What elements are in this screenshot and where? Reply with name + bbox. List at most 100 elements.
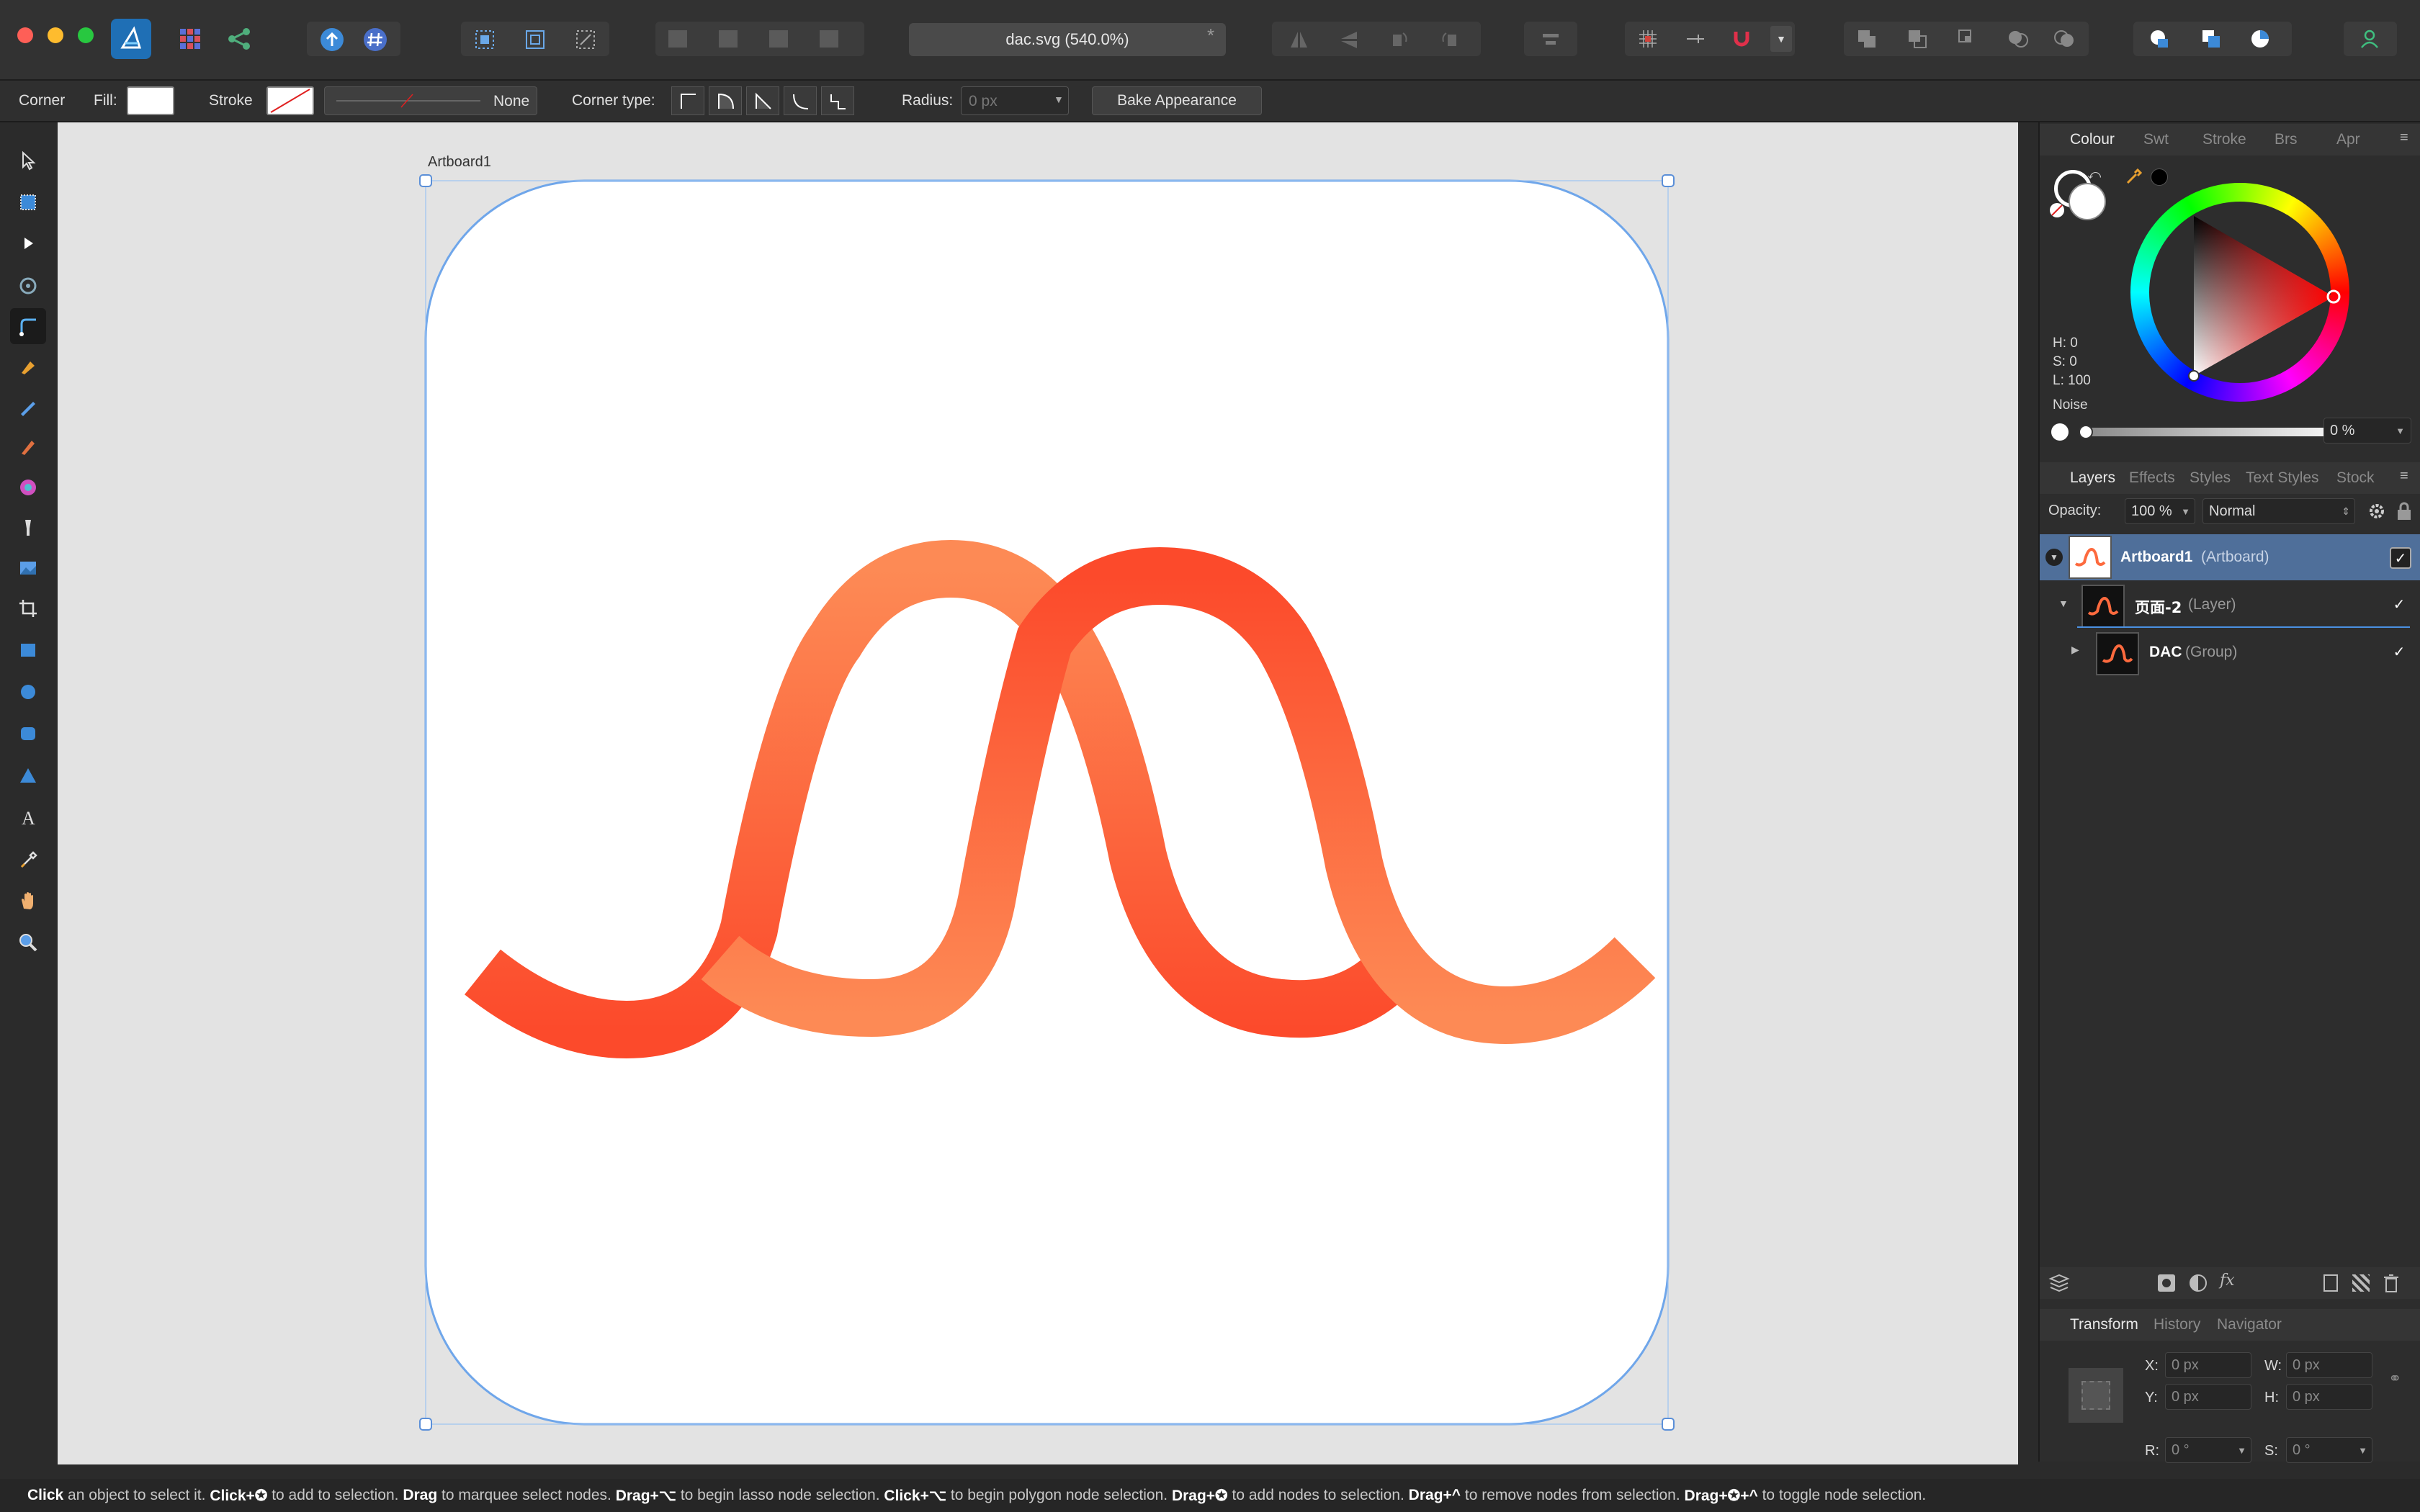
opacity-dropdown-chevron-icon[interactable]: ▼ [2181,506,2190,517]
swap-colors-icon[interactable]: ⤺ [2087,167,2101,182]
bring-to-front-icon[interactable] [820,30,838,48]
h-input[interactable]: 0 px [2286,1384,2372,1410]
fill-chip[interactable] [2069,183,2106,220]
rectangle-tool-icon[interactable] [10,632,46,668]
x-input[interactable]: 0 px [2165,1352,2251,1378]
shear-dropdown-chevron-icon[interactable]: ▼ [2358,1445,2367,1456]
invert-selection-icon[interactable] [573,27,598,55]
tab-swatches[interactable]: Swt [2143,131,2169,148]
snapping-options-chevron-icon[interactable]: ▼ [1770,26,1792,52]
radius-input[interactable]: 0 px ▼ [961,86,1069,115]
tab-layers[interactable]: Layers [2070,469,2115,487]
zoom-window-button[interactable] [78,27,94,43]
bake-appearance-button[interactable]: Bake Appearance [1092,86,1262,115]
noise-slider[interactable] [2079,425,2355,439]
intersect-icon[interactable] [1956,27,1979,54]
mask-icon[interactable] [2158,1274,2175,1292]
align-icon[interactable] [1540,29,1561,54]
insert-behind-icon[interactable] [2200,27,2223,54]
add-layer-icon[interactable] [2323,1274,2338,1292]
close-window-button[interactable] [17,27,33,43]
blend-mode-select[interactable]: Normal ⇕ [2202,498,2355,524]
guides-icon[interactable] [1684,27,1707,54]
noise-dropdown-chevron-icon[interactable]: ▼ [2396,426,2405,436]
designer-persona-icon[interactable] [111,19,151,59]
panel-menu-icon[interactable]: ≡ [2400,468,2408,485]
panel-menu-icon[interactable]: ≡ [2400,130,2408,146]
back-one-icon[interactable] [719,30,738,48]
noise-swatch[interactable] [2051,423,2069,441]
subtract-icon[interactable] [1906,27,1929,54]
tab-appearance[interactable]: Apr [2336,131,2360,148]
rotation-dropdown-chevron-icon[interactable]: ▼ [2237,1445,2246,1456]
upload-icon[interactable] [318,26,346,57]
none-chip[interactable] [2050,203,2064,217]
ellipse-tool-icon[interactable] [10,674,46,710]
forward-one-icon[interactable] [769,30,788,48]
divide-icon[interactable] [2053,27,2076,54]
triangle-tool-icon[interactable] [10,757,46,793]
xor-icon[interactable] [2007,27,2030,54]
insert-inside-icon[interactable] [2148,27,2171,54]
corner-chamfer-icon[interactable] [821,86,854,115]
layer-row-artboard[interactable]: ▼ Artboard1 (Artboard) ✓ [2040,534,2420,580]
canvas[interactable]: Artboard1 [58,122,2018,1464]
corner-concave-icon[interactable] [784,86,817,115]
crop-tool-icon[interactable] [10,590,46,626]
tab-navigator[interactable]: Navigator [2217,1316,2282,1333]
y-input[interactable]: 0 px [2165,1384,2251,1410]
artboard[interactable] [58,122,2018,1464]
flip-horizontal-icon[interactable] [1288,29,1309,54]
layer-stack-icon[interactable] [2048,1273,2070,1297]
tab-brushes[interactable]: Brs [2275,131,2298,148]
tab-history[interactable]: History [2154,1316,2200,1333]
collapse-chevron-icon[interactable]: ▶ [2071,644,2079,656]
link-aspect-icon[interactable]: ⚭ [2388,1369,2401,1388]
pixel-persona-icon[interactable] [170,19,210,59]
corner-tool-icon[interactable] [10,308,46,344]
place-image-tool-icon[interactable] [10,550,46,586]
tab-styles[interactable]: Styles [2190,469,2231,487]
move-tool-icon[interactable] [10,143,46,179]
corner-round-icon[interactable] [709,86,742,115]
minimize-window-button[interactable] [48,27,63,43]
hashtag-icon[interactable] [362,26,389,57]
pen-tool-icon[interactable] [10,348,46,384]
fx-icon[interactable]: fx [2220,1272,2235,1290]
rotate-right-icon[interactable] [1439,29,1461,54]
rotate-left-icon[interactable] [1389,29,1410,54]
vector-brush-tool-icon[interactable] [10,429,46,465]
tab-stroke[interactable]: Stroke [2202,131,2246,148]
zoom-tool-icon[interactable] [10,924,46,960]
blend-mode-chevron-icon[interactable]: ⇕ [2341,505,2350,518]
opacity-input[interactable]: 100 % ▼ [2125,498,2195,524]
rotation-input[interactable]: 0 ° ▼ [2165,1437,2251,1463]
expand-chevron-icon[interactable]: ▼ [2058,598,2069,609]
tab-colour[interactable]: Colour [2070,131,2115,148]
layer-visibility-checkbox[interactable]: ✓ [2390,547,2411,569]
grid-icon[interactable] [1636,27,1659,54]
tab-text-styles[interactable]: Text Styles [2246,469,2319,487]
stroke-style-dropdown[interactable]: None [324,86,537,115]
snapping-magnet-icon[interactable] [1730,27,1753,54]
radius-dropdown-chevron-icon[interactable]: ▼ [1054,94,1064,105]
rounded-rectangle-tool-icon[interactable] [10,716,46,752]
noise-input[interactable]: 0 % ▼ [2323,418,2411,444]
layer-row-layer[interactable]: ▼ 页面-2 (Layer) ✓ [2040,582,2420,628]
point-transform-tool-icon[interactable] [10,268,46,304]
corner-none-icon[interactable] [671,86,704,115]
anchor-selector[interactable] [2069,1368,2123,1423]
tab-effects[interactable]: Effects [2129,469,2175,487]
artboard-tool-icon[interactable] [10,184,46,220]
tab-transform[interactable]: Transform [2070,1316,2138,1333]
add-pixel-layer-icon[interactable] [2352,1274,2370,1292]
w-input[interactable]: 0 px [2286,1352,2372,1378]
deselect-icon[interactable] [523,27,547,55]
add-icon[interactable] [1855,27,1878,54]
tab-stock[interactable]: Stock [2336,469,2375,487]
transparency-tool-icon[interactable] [10,510,46,546]
colour-wheel[interactable] [2130,183,2349,402]
insert-top-icon[interactable] [2249,27,2272,54]
expand-chevron-icon[interactable]: ▼ [2045,549,2063,566]
user-account-icon[interactable] [2358,27,2381,54]
